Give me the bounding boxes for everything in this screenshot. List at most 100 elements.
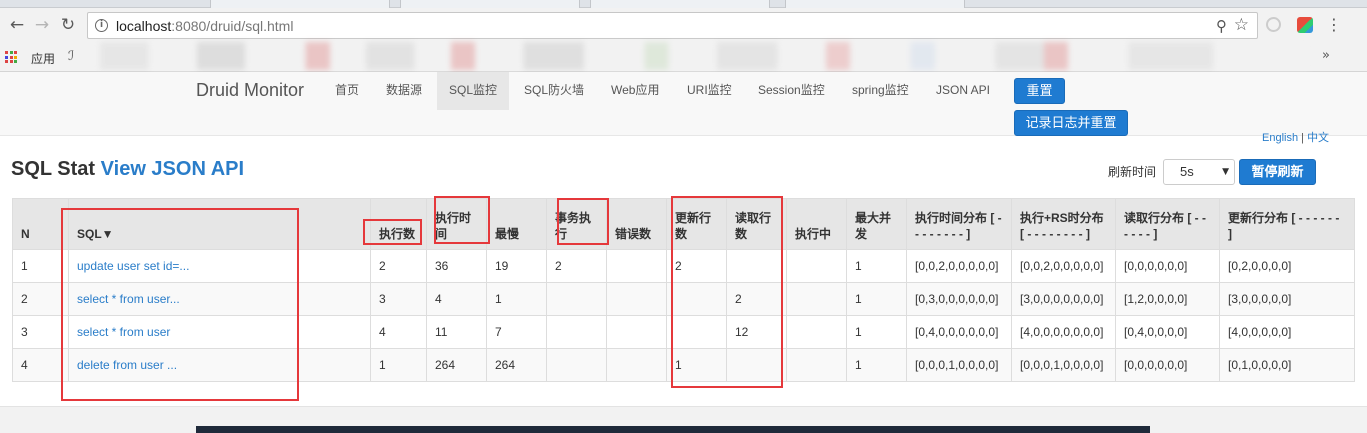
lang-separator: | (1301, 132, 1304, 144)
table-row: 2 select * from user... 3 4 1 2 1 [0,3,0… (12, 282, 1355, 316)
cell-tx-exec (546, 348, 607, 382)
address-url[interactable]: localhost:8080/druid/sql.html (116, 18, 293, 34)
refresh-interval-select[interactable]: 5s ▼ (1163, 159, 1235, 185)
col-n[interactable]: N (12, 198, 69, 250)
table-row: 1 update user set id=... 2 36 19 2 2 1 [… (12, 249, 1355, 283)
col-fetch-rows[interactable]: 读取行数 (726, 198, 787, 250)
log-and-reset-button[interactable]: 记录日志并重置 (1014, 110, 1128, 136)
druid-navbar: Druid Monitor 首页 数据源 SQL监控 SQL防火墙 Web应用 … (0, 72, 1367, 136)
browser-tab[interactable] (590, 0, 770, 8)
col-slowest[interactable]: 最慢 (486, 198, 547, 250)
forward-icon[interactable]: → (31, 14, 53, 36)
nav-home[interactable]: 首页 (323, 72, 371, 110)
cell-exec-rs-histogram: [0,0,2,0,0,0,0,0] (1011, 249, 1116, 283)
cell-exec-histogram: [0,0,0,1,0,0,0,0] (906, 348, 1012, 382)
bookmark-apps[interactable]: 应用 (31, 50, 55, 67)
col-exec-time[interactable]: 执行时间 (426, 198, 487, 250)
cell-exec-rs-histogram: [0,0,0,1,0,0,0,0] (1011, 348, 1116, 382)
table-row: 3 select * from user 4 11 7 12 1 [0,4,0,… (12, 315, 1355, 349)
address-bar[interactable]: i localhost:8080/druid/sql.html ⚲ ☆ (87, 12, 1258, 39)
nav-web-app[interactable]: Web应用 (599, 72, 671, 110)
lower-dark-strip (196, 426, 1150, 433)
cell-update-rows (666, 282, 727, 316)
reload-icon[interactable]: ↻ (57, 14, 79, 36)
cell-update-histogram: [0,1,0,0,0,0] (1219, 348, 1355, 382)
cell-running (786, 348, 847, 382)
sql-link[interactable]: select * from user... (77, 292, 180, 306)
browser-tab[interactable] (210, 0, 390, 8)
cell-update-histogram: [3,0,0,0,0,0] (1219, 282, 1355, 316)
extension-color-icon[interactable] (1297, 17, 1313, 33)
cell-exec-rs-histogram: [4,0,0,0,0,0,0,0] (1011, 315, 1116, 349)
cell-fetch-histogram: [0,4,0,0,0,0] (1115, 315, 1220, 349)
cell-exec-histogram: [0,3,0,0,0,0,0,0] (906, 282, 1012, 316)
cell-tx-exec (546, 282, 607, 316)
nav-json-api[interactable]: JSON API (924, 72, 1002, 110)
nav-sql-monitor[interactable]: SQL监控 (437, 72, 510, 110)
brand[interactable]: Druid Monitor (196, 80, 304, 101)
nav-session-monitor[interactable]: Session监控 (746, 72, 837, 110)
zoom-icon[interactable]: ⚲ (1216, 17, 1227, 35)
dropdown-caret-icon: ▼ (1222, 167, 1229, 177)
cell-error-count (606, 249, 667, 283)
cell-n: 4 (12, 348, 69, 382)
cell-n: 1 (12, 249, 69, 283)
sql-link[interactable]: update user set id=... (77, 259, 189, 273)
cell-max-concurrent: 1 (846, 348, 907, 382)
page-title-text: SQL Stat (11, 158, 101, 180)
nav-spring-monitor[interactable]: spring监控 (840, 72, 921, 110)
col-tx-exec[interactable]: 事务执行 (546, 198, 607, 250)
view-json-api-link[interactable]: View JSON API (101, 158, 244, 180)
sql-link[interactable]: select * from user (77, 325, 170, 339)
bookmarks-overflow-icon[interactable]: » (1322, 48, 1330, 63)
col-exec-rs-histogram[interactable]: 执行+RS时分布 [ - - - - - - - - ] (1011, 198, 1116, 250)
cell-slowest: 264 (486, 348, 547, 382)
cell-tx-exec: 2 (546, 249, 607, 283)
refresh-interval-value: 5s (1180, 164, 1194, 179)
browser-tab-strip (0, 0, 1367, 8)
lang-english-link[interactable]: English (1262, 132, 1298, 144)
nav-uri-monitor[interactable]: URI监控 (675, 72, 744, 110)
nav-datasource[interactable]: 数据源 (374, 72, 434, 110)
cell-slowest: 1 (486, 282, 547, 316)
cell-exec-rs-histogram: [3,0,0,0,0,0,0,0] (1011, 282, 1116, 316)
browser-tab[interactable] (400, 0, 580, 8)
browser-tab[interactable] (785, 0, 965, 8)
cell-exec-time: 264 (426, 348, 487, 382)
refresh-interval-label: 刷新时间 (1108, 165, 1157, 179)
blurred-bookmarks (100, 42, 1310, 70)
browser-menu-icon[interactable]: ⋮ (1326, 15, 1342, 34)
apps-icon[interactable] (5, 51, 17, 63)
page-title: SQL Stat View JSON API (11, 158, 244, 181)
col-exec-histogram[interactable]: 执行时间分布 [ - - - - - - - - ] (906, 198, 1012, 250)
nav-sql-firewall[interactable]: SQL防火墙 (512, 72, 596, 110)
cell-n: 3 (12, 315, 69, 349)
col-exec-count[interactable]: 执行数 (370, 198, 427, 250)
col-fetch-histogram[interactable]: 读取行分布 [ - - - - - - ] (1115, 198, 1220, 250)
extension-icon[interactable] (1266, 17, 1281, 32)
col-running[interactable]: 执行中 (786, 198, 847, 250)
table-header-row: N SQL▼ 执行数 执行时间 最慢 事务执行 错误数 更新行数 读取行数 执行… (12, 198, 1355, 250)
bookmarks-bar: 应用 ℐ » (0, 42, 1367, 72)
cell-update-rows: 2 (666, 249, 727, 283)
bookmark-icon[interactable]: ℐ (68, 49, 74, 64)
cell-running (786, 249, 847, 283)
cell-update-rows: 1 (666, 348, 727, 382)
cell-sql: select * from user... (68, 282, 371, 316)
pause-refresh-button[interactable]: 暂停刷新 (1239, 159, 1316, 185)
language-links: English | 中文 (1262, 129, 1329, 145)
back-icon[interactable]: ← (6, 14, 28, 36)
reset-button[interactable]: 重置 (1014, 78, 1065, 104)
sql-link[interactable]: delete from user ... (77, 358, 177, 372)
info-icon[interactable]: i (95, 19, 108, 32)
bookmark-star-icon[interactable]: ☆ (1234, 15, 1249, 35)
col-update-histogram[interactable]: 更新行分布 [ - - - - - - ] (1219, 198, 1355, 250)
col-max-concurrent[interactable]: 最大并发 (846, 198, 907, 250)
lang-chinese-link[interactable]: 中文 (1307, 132, 1329, 144)
col-update-rows[interactable]: 更新行数 (666, 198, 727, 250)
cell-sql: select * from user (68, 315, 371, 349)
col-sql[interactable]: SQL▼ (68, 198, 371, 250)
col-error-count[interactable]: 错误数 (606, 198, 667, 250)
cell-fetch-rows: 12 (726, 315, 787, 349)
cell-fetch-rows (726, 249, 787, 283)
